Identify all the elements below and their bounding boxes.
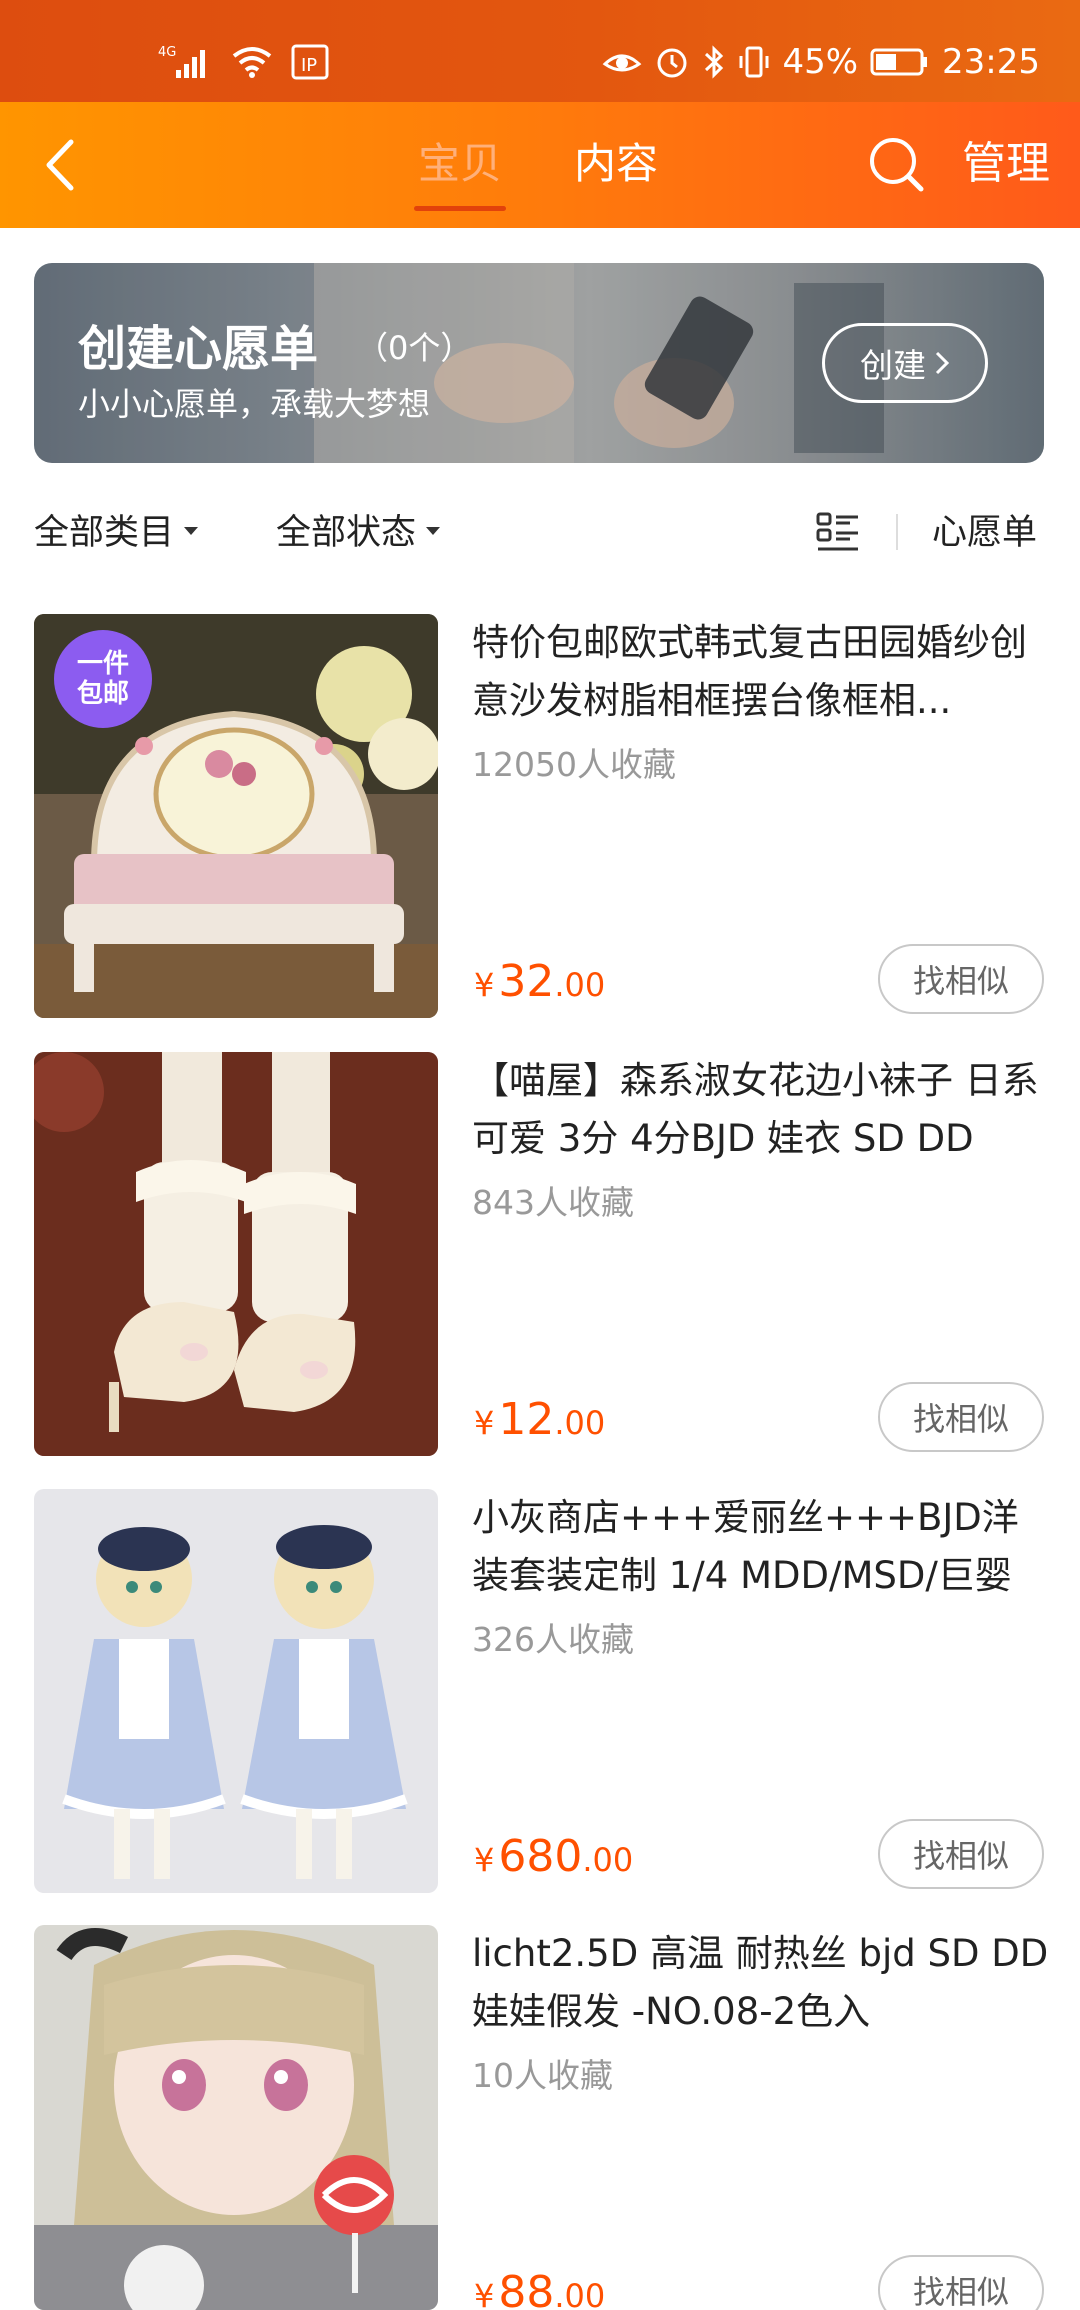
- product-item[interactable]: 【喵屋】森系淑女花边小袜子 日系 可爱 3分 4分BJD 娃衣 SD DD 84…: [0, 1052, 1080, 1456]
- currency-symbol: ¥: [474, 1841, 495, 1879]
- product-image[interactable]: [34, 1052, 438, 1456]
- product-item[interactable]: 小灰商店+++爱丽丝+++BJD洋装套装定制 1/4 MDD/MSD/巨婴 32…: [0, 1489, 1080, 1893]
- chevron-right-icon: [935, 351, 950, 375]
- caret-down-icon: [184, 526, 199, 535]
- wishlist-link[interactable]: 心愿单: [932, 504, 1037, 555]
- tab-neirong[interactable]: 内容: [574, 132, 658, 196]
- svg-text:IP: IP: [301, 55, 317, 76]
- search-button[interactable]: [862, 130, 932, 200]
- product-item[interactable]: licht2.5D 高温 耐热丝 bjd SD DD 娃娃假发 -NO.08-2…: [0, 1925, 1080, 2310]
- banner-title: 创建心愿单: [78, 321, 319, 377]
- svg-text:4G: 4G: [158, 45, 176, 60]
- vibrate-icon: [738, 44, 770, 80]
- filter-bar: 全部类目 全部状态 心愿单: [0, 488, 1080, 576]
- favorites-count: 843人收藏: [472, 1183, 634, 1222]
- favorites-count: 10人收藏: [472, 2056, 613, 2095]
- caret-down-icon: [426, 526, 441, 535]
- search-icon: [870, 138, 924, 192]
- price-integer: 32: [498, 956, 555, 1007]
- product-title[interactable]: 【喵屋】森系淑女花边小袜子 日系 可爱 3分 4分BJD 娃衣 SD DD: [472, 1052, 1050, 1168]
- tab-baobei[interactable]: 宝贝: [418, 132, 502, 196]
- price-decimal: .00: [554, 2277, 606, 2310]
- product-image[interactable]: [34, 1489, 438, 1893]
- badge-line-1: 一件: [76, 649, 129, 679]
- price-decimal: .00: [554, 966, 606, 1004]
- banner-subtitle: 小小心愿单，承载大梦想: [78, 385, 431, 423]
- product-title[interactable]: licht2.5D 高温 耐热丝 bjd SD DD 娃娃假发 -NO.08-2…: [472, 1925, 1050, 2041]
- doll-socks-image: [34, 1052, 438, 1456]
- price-integer: 12: [498, 1394, 555, 1445]
- hotspot-icon: IP: [290, 43, 330, 81]
- price-integer: 88: [498, 2267, 555, 2310]
- status-filter[interactable]: 全部状态: [276, 504, 441, 555]
- active-tab-indicator: [414, 206, 506, 211]
- product-price: ¥ 12 .00: [474, 1394, 605, 1454]
- free-shipping-badge: 一件 包邮: [54, 630, 152, 728]
- alice-doll-dress-image: [34, 1489, 438, 1893]
- back-button[interactable]: [26, 130, 96, 200]
- filter-divider: [896, 514, 898, 550]
- favorites-count: 326人收藏: [472, 1620, 634, 1659]
- create-wishlist-button[interactable]: 创建: [822, 323, 988, 403]
- list-view-icon: [816, 512, 858, 551]
- doll-wig-image: [34, 1925, 438, 2310]
- bluetooth-icon: [702, 44, 726, 80]
- battery-icon: [870, 46, 930, 78]
- manage-button[interactable]: 管理: [962, 132, 1050, 196]
- product-item[interactable]: 一件 包邮 特价包邮欧式韩式复古田园婚纱创意沙发树脂相框摆台像框相... 120…: [0, 614, 1080, 1018]
- category-filter-label: 全部类目: [34, 513, 175, 553]
- clock: 23:25: [942, 42, 1040, 82]
- find-similar-button[interactable]: 找相似: [878, 2255, 1044, 2310]
- badge-line-2: 包邮: [76, 679, 129, 709]
- battery-percent: 45%: [782, 42, 859, 82]
- status-filter-label: 全部状态: [276, 513, 417, 553]
- price-integer: 680: [498, 1831, 583, 1882]
- currency-symbol: ¥: [474, 2277, 495, 2310]
- price-decimal: .00: [582, 1841, 634, 1879]
- favorites-count: 12050人收藏: [472, 745, 676, 784]
- find-similar-button[interactable]: 找相似: [878, 944, 1044, 1014]
- product-image[interactable]: 一件 包邮: [34, 614, 438, 1018]
- category-filter[interactable]: 全部类目: [34, 504, 199, 555]
- currency-symbol: ¥: [474, 966, 495, 1004]
- wifi-icon: [230, 44, 274, 80]
- product-price: ¥ 32 .00: [474, 956, 605, 1016]
- find-similar-button[interactable]: 找相似: [878, 1382, 1044, 1452]
- signal-icon: 4G: [158, 42, 214, 82]
- wishlist-count: （0个）: [356, 329, 473, 367]
- chevron-left-icon: [46, 139, 74, 191]
- price-decimal: .00: [554, 1404, 606, 1442]
- list-layout-toggle[interactable]: [814, 508, 862, 556]
- product-image[interactable]: [34, 1925, 438, 2310]
- find-similar-button[interactable]: 找相似: [878, 1819, 1044, 1889]
- alarm-icon: [654, 44, 690, 80]
- nav-bar: 宝贝 内容 管理: [0, 102, 1080, 228]
- status-bar: 4G IP 45% 23:25: [0, 0, 1080, 102]
- product-price: ¥ 88 .00: [474, 2267, 605, 2310]
- create-wishlist-banner[interactable]: 创建心愿单 （0个） 小小心愿单，承载大梦想 创建: [34, 263, 1044, 463]
- create-button-label: 创建: [860, 346, 926, 385]
- currency-symbol: ¥: [474, 1404, 495, 1442]
- eye-icon: [602, 44, 642, 80]
- product-title[interactable]: 小灰商店+++爱丽丝+++BJD洋装套装定制 1/4 MDD/MSD/巨婴: [472, 1489, 1050, 1605]
- product-price: ¥ 680 .00: [474, 1831, 633, 1891]
- product-title[interactable]: 特价包邮欧式韩式复古田园婚纱创意沙发树脂相框摆台像框相...: [472, 614, 1050, 730]
